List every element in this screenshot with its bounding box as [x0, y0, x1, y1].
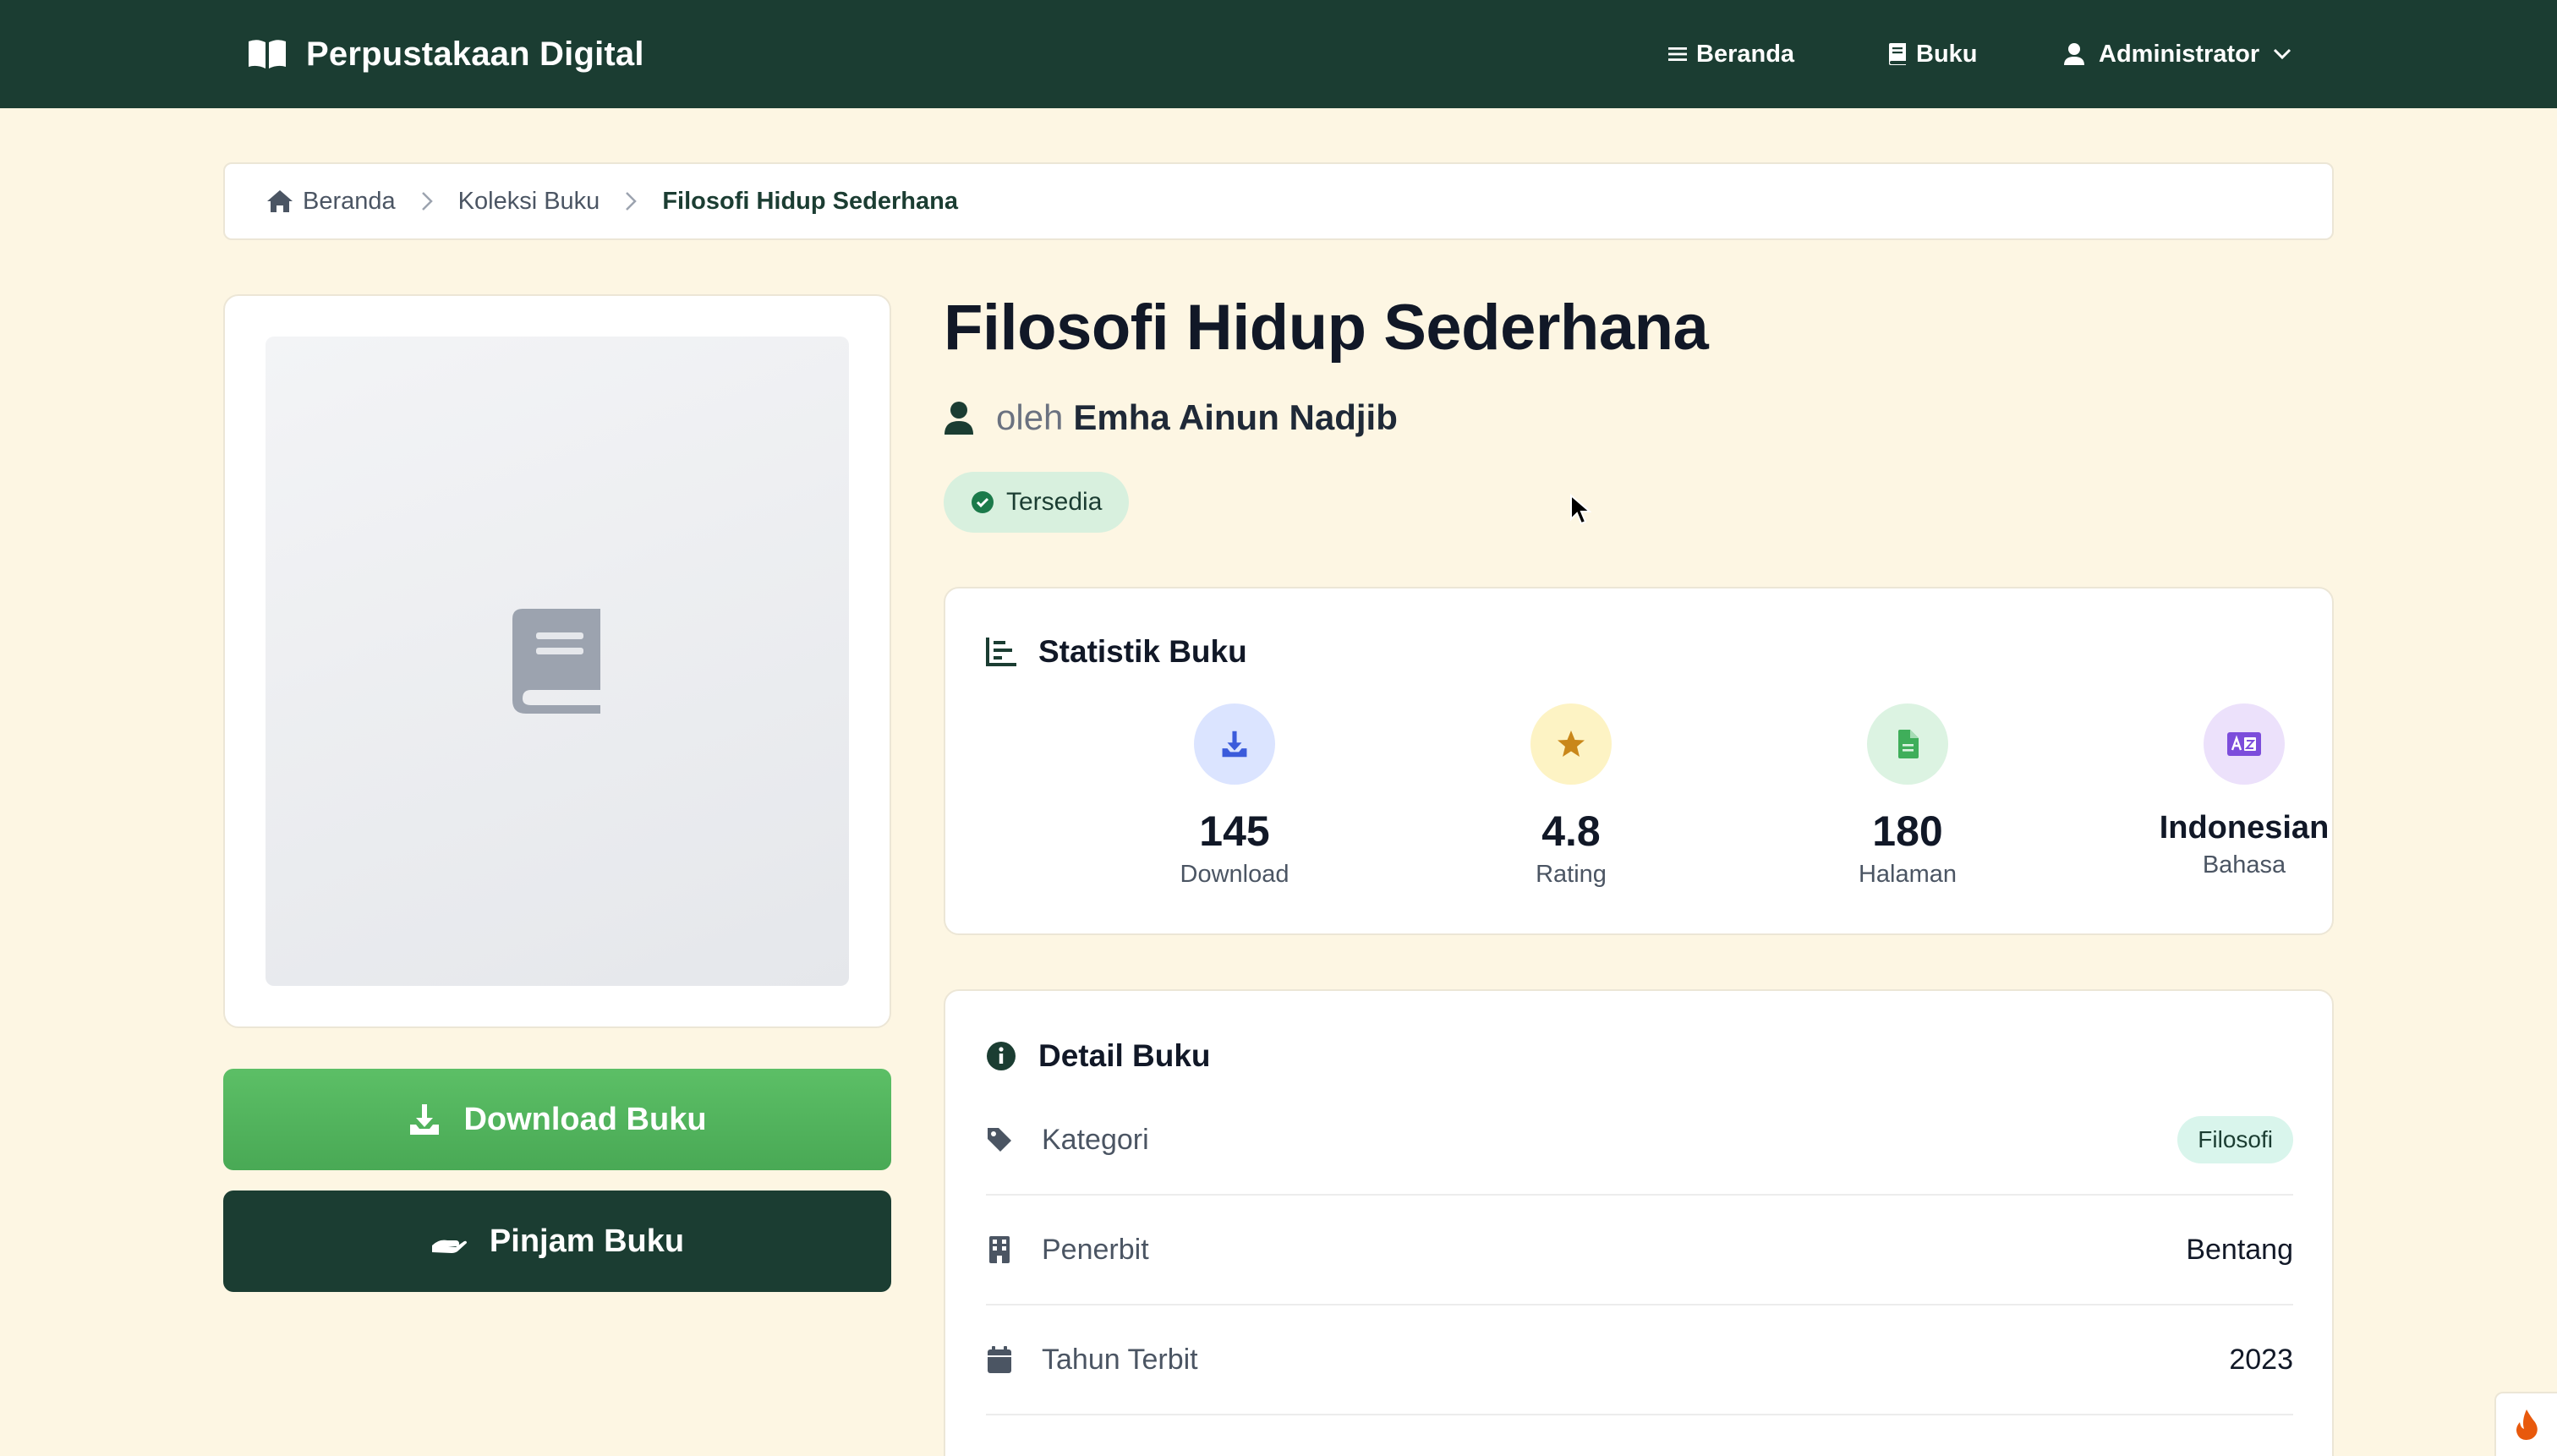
chart-icon	[986, 638, 1016, 666]
detail-row-category: Kategori Filosofi	[986, 1086, 2293, 1196]
breadcrumb-home[interactable]: Beranda	[266, 188, 396, 216]
breadcrumb: Beranda Koleksi Buku Filosofi Hidup Sede…	[223, 162, 2334, 240]
breadcrumb-current-label: Filosofi Hidup Sederhana	[662, 187, 958, 215]
nav-link-home[interactable]: Beranda	[1667, 34, 1794, 74]
flame-icon	[2514, 1409, 2539, 1441]
calendar-icon	[986, 1346, 1013, 1373]
stats-header: Statistik Buku	[986, 634, 1247, 670]
detail-year-label: Tahun Terbit	[1042, 1343, 1198, 1376]
stat-pages-label: Halaman	[1858, 861, 1957, 888]
stat-downloads-value: 145	[1199, 807, 1270, 855]
download-book-label: Download Buku	[463, 1101, 707, 1137]
detail-row-publisher: Penerbit Bentang	[986, 1196, 2293, 1305]
book-stats-card: Statistik Buku 145 Download 4.8 Rating 1…	[944, 587, 2334, 935]
detail-header: Detail Buku	[986, 1038, 1211, 1074]
borrow-book-label: Pinjam Buku	[489, 1223, 685, 1259]
check-circle-icon	[971, 490, 994, 514]
stat-pages-value: 180	[1872, 807, 1943, 855]
brand-link[interactable]: Perpustakaan Digital	[247, 30, 644, 78]
book-placeholder-icon	[511, 609, 604, 714]
breadcrumb-home-label: Beranda	[303, 187, 396, 215]
book-title: Filosofi Hidup Sederhana	[944, 292, 1709, 364]
author-prefix: oleh	[996, 397, 1064, 437]
file-icon	[1867, 703, 1948, 785]
detail-year-value: 2023	[2229, 1343, 2293, 1376]
open-book-icon	[247, 38, 287, 70]
stat-rating: 4.8 Rating	[1402, 703, 1740, 889]
detail-publisher-label: Penerbit	[1042, 1233, 1149, 1266]
download-icon	[408, 1103, 441, 1136]
detail-publisher-value: Bentang	[2186, 1233, 2293, 1266]
admin-label: Administrator	[2099, 40, 2260, 68]
borrow-book-button[interactable]: Pinjam Buku	[223, 1191, 891, 1292]
nav-home-label: Beranda	[1696, 40, 1795, 68]
stat-rating-value: 4.8	[1541, 807, 1601, 855]
info-circle-icon	[986, 1041, 1016, 1071]
detail-row-year: Tahun Terbit 2023	[986, 1305, 2293, 1415]
breadcrumb-collection[interactable]: Koleksi Buku	[458, 188, 600, 216]
nav-link-books[interactable]: Buku	[1887, 34, 1978, 74]
breadcrumb-collection-label: Koleksi Buku	[457, 187, 600, 215]
floating-debug-button[interactable]	[2494, 1392, 2557, 1456]
download-book-button[interactable]: Download Buku	[223, 1069, 891, 1170]
status-label: Tersedia	[1006, 488, 1103, 516]
detail-category-label: Kategori	[1042, 1123, 1149, 1156]
top-navbar: Perpustakaan Digital Beranda Buku Admini…	[0, 0, 2557, 108]
book-cover-card	[223, 294, 891, 1028]
download-icon	[1194, 703, 1275, 785]
author-row: oleh Emha Ainun Nadjib	[944, 397, 1398, 438]
nav-books-label: Buku	[1916, 40, 1978, 68]
building-icon	[986, 1236, 1013, 1263]
user-icon	[944, 401, 974, 435]
chevron-right-icon	[625, 191, 638, 211]
tag-icon	[986, 1126, 1013, 1153]
category-badge[interactable]: Filosofi	[2177, 1116, 2293, 1163]
stat-language-value: Indonesian	[2159, 810, 2330, 846]
book-detail-card: Detail Buku Kategori Filosofi Penerbit B…	[944, 989, 2334, 1456]
hand-holding-icon	[430, 1229, 468, 1254]
stat-pages: 180 Halaman	[1738, 703, 2077, 889]
stat-downloads: 145 Download	[1065, 703, 1404, 889]
home-icon	[266, 189, 294, 214]
breadcrumb-current: Filosofi Hidup Sederhana	[662, 188, 958, 216]
status-badge: Tersedia	[944, 472, 1130, 533]
bars-icon	[1667, 44, 1688, 64]
book-cover-placeholder	[266, 337, 849, 986]
stats-title: Statistik Buku	[1038, 634, 1247, 669]
detail-title: Detail Buku	[1038, 1038, 1211, 1073]
chevron-down-icon	[2273, 48, 2291, 60]
chevron-right-icon	[421, 191, 433, 211]
mouse-cursor-icon	[1569, 493, 1592, 530]
author-name: Emha Ainun Nadjib	[1073, 397, 1398, 437]
stat-language: Indonesian Bahasa	[2075, 703, 2413, 879]
admin-dropdown[interactable]: Administrator	[2063, 34, 2291, 74]
stat-language-label: Bahasa	[2202, 851, 2286, 879]
star-icon	[1530, 703, 1612, 785]
stat-rating-label: Rating	[1536, 861, 1607, 888]
stat-downloads-label: Download	[1180, 861, 1289, 888]
user-icon	[2063, 42, 2085, 66]
brand-title: Perpustakaan Digital	[306, 35, 644, 73]
language-icon	[2204, 703, 2285, 785]
book-icon	[1887, 42, 1908, 66]
